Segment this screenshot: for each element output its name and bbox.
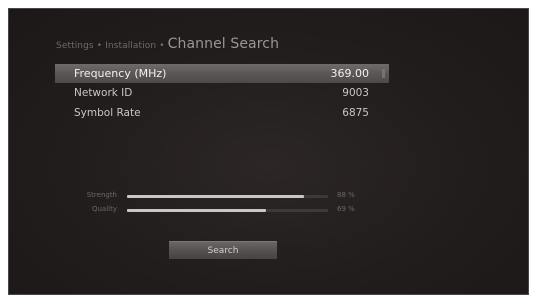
signal-strength-track	[127, 195, 328, 198]
symbol-rate-row[interactable]: Symbol Rate 6875	[55, 103, 389, 123]
network-id-label: Network ID	[74, 87, 133, 99]
signal-quality-track	[127, 209, 328, 212]
network-id-row[interactable]: Network ID 9003	[55, 83, 389, 103]
edit-marker-icon	[382, 69, 385, 78]
breadcrumb-separator: •	[159, 41, 165, 51]
page-title: Channel Search	[167, 36, 280, 52]
signal-strength-fill	[127, 195, 304, 198]
tv-screen: Settings • Installation • Channel Search Fre…	[8, 8, 529, 295]
signal-quality-value: 69 %	[337, 205, 355, 213]
breadcrumb-separator: •	[96, 41, 103, 51]
network-id-value[interactable]: 9003	[342, 83, 369, 103]
signal-strength-meter: Strength 88 %	[69, 190, 369, 202]
signal-quality-label: Quality	[91, 205, 117, 213]
breadcrumb-item-installation[interactable]: Installation	[105, 41, 156, 51]
signal-strength-value: 88 %	[337, 191, 355, 199]
frequency-label: Frequency (MHz)	[74, 67, 167, 80]
breadcrumb-item-settings[interactable]: Settings	[56, 41, 94, 51]
signal-quality-meter: Quality 69 %	[69, 204, 369, 216]
channel-search-screen: Settings • Installation • Channel Search Fre…	[9, 9, 528, 294]
search-button[interactable]: Search	[169, 241, 277, 259]
search-parameter-list: Frequency (MHz) 369.00 Network ID 9003 S…	[55, 64, 389, 123]
frequency-row[interactable]: Frequency (MHz) 369.00	[55, 64, 389, 83]
signal-strength-label: Strength	[86, 191, 117, 199]
breadcrumb: Settings • Installation • Channel Search	[56, 36, 279, 52]
signal-quality-fill	[127, 209, 266, 212]
symbol-rate-value[interactable]: 6875	[342, 103, 369, 123]
frequency-value[interactable]: 369.00	[331, 64, 370, 83]
symbol-rate-label: Symbol Rate	[74, 107, 141, 119]
